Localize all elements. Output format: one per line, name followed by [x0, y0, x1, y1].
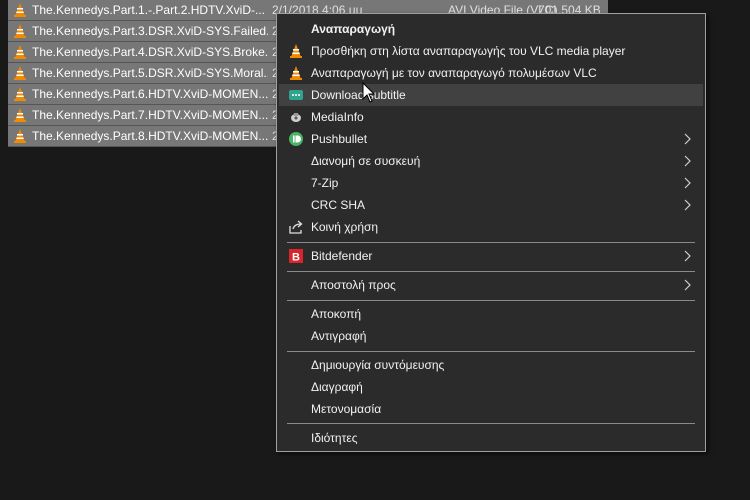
- vlc-icon: [14, 108, 26, 122]
- menu-item-play[interactable]: Αναπαραγωγή: [279, 18, 703, 40]
- vlc-icon: [14, 3, 26, 17]
- menu-item-vlc-play[interactable]: Αναπαραγωγή με τον αναπαραγωγό πολυμέσων…: [279, 62, 703, 84]
- menu-item-label: Διαγραφή: [311, 380, 363, 394]
- menu-item-label: Κοινή χρήση: [311, 220, 379, 234]
- mediainfo-icon: [291, 113, 301, 122]
- file-name: The.Kennedys.Part.6.HDTV.XviD-MOMEN...: [32, 87, 268, 101]
- menu-item-label: Αποκοπή: [311, 307, 362, 321]
- menu-item-cast[interactable]: Διανομή σε συσκευή: [279, 150, 703, 172]
- menu-item-cut[interactable]: Αποκοπή: [279, 303, 703, 325]
- file-name: The.Kennedys.Part.7.HDTV.XviD-MOMEN...: [32, 108, 268, 122]
- menu-item-label: Αναπαραγωγή με τον αναπαραγωγό πολυμέσων…: [311, 66, 597, 80]
- chevron-right-icon: [684, 199, 691, 211]
- menu-item-pushbullet[interactable]: Pushbullet: [279, 128, 703, 150]
- menu-item-properties[interactable]: Ιδιότητες: [279, 427, 703, 449]
- chevron-right-icon: [684, 177, 691, 189]
- menu-item-send-to[interactable]: Αποστολή προς: [279, 274, 703, 296]
- menu-item-label: 7-Zip: [311, 176, 339, 190]
- subtitle-icon: [289, 90, 303, 100]
- svg-text:B: B: [292, 252, 300, 264]
- menu-item-label: Bitdefender: [311, 249, 373, 263]
- menu-item-rename[interactable]: Μετονομασία: [279, 398, 703, 420]
- menu-item-download-subtitle[interactable]: Download subtitle: [279, 84, 703, 106]
- context-menu: Αναπαραγωγή Προσθήκη στη λίστα αναπαραγω…: [276, 13, 706, 452]
- vlc-icon: [14, 24, 26, 38]
- menu-item-vlc-add[interactable]: Προσθήκη στη λίστα αναπαραγωγής του VLC …: [279, 40, 703, 62]
- vlc-icon: [14, 45, 26, 59]
- menu-item-label: Pushbullet: [311, 132, 368, 146]
- menu-item-label: MediaInfo: [311, 110, 364, 124]
- file-name: The.Kennedys.Part.1.-.Part.2.HDTV.XviD-.…: [32, 3, 265, 17]
- chevron-right-icon: [684, 155, 691, 167]
- pushbullet-icon: [289, 132, 303, 146]
- menu-item-delete[interactable]: Διαγραφή: [279, 376, 703, 398]
- menu-separator: [287, 271, 695, 272]
- menu-separator: [287, 242, 695, 243]
- menu-item-label: Διανομή σε συσκευή: [311, 154, 421, 168]
- share-icon: [289, 220, 303, 234]
- chevron-right-icon: [684, 279, 691, 291]
- file-name: The.Kennedys.Part.8.HDTV.XviD-MOMEN...: [32, 129, 268, 143]
- menu-item-label: Μετονομασία: [311, 402, 382, 416]
- vlc-icon: [14, 66, 26, 80]
- menu-item-label: Αποστολή προς: [311, 278, 396, 292]
- bitdefender-icon: B: [289, 249, 303, 264]
- menu-item-create-shortcut[interactable]: Δημιουργία συντόμευσης: [279, 354, 703, 376]
- menu-item-label: Download subtitle: [311, 88, 406, 102]
- chevron-right-icon: [684, 133, 691, 145]
- menu-item-7zip[interactable]: 7-Zip: [279, 172, 703, 194]
- vlc-icon: [290, 66, 302, 80]
- menu-separator: [287, 423, 695, 424]
- vlc-icon: [14, 129, 26, 143]
- menu-separator: [287, 351, 695, 352]
- menu-item-label: Αναπαραγωγή: [311, 22, 396, 36]
- menu-item-bitdefender[interactable]: B Bitdefender: [279, 245, 703, 267]
- file-name: The.Kennedys.Part.4.DSR.XviD-SYS.Broke..…: [32, 45, 268, 59]
- menu-item-label: Ιδιότητες: [311, 431, 358, 445]
- menu-separator: [287, 300, 695, 301]
- menu-item-label: Προσθήκη στη λίστα αναπαραγωγής του VLC …: [311, 44, 626, 58]
- menu-item-label: Δημιουργία συντόμευσης: [311, 358, 445, 372]
- menu-item-share[interactable]: Κοινή χρήση: [279, 216, 703, 238]
- file-name: The.Kennedys.Part.5.DSR.XviD-SYS.Moral..…: [32, 66, 268, 80]
- mouse-cursor-icon: [362, 82, 376, 103]
- menu-item-label: CRC SHA: [311, 198, 366, 212]
- file-name: The.Kennedys.Part.3.DSR.XviD-SYS.Failed.…: [32, 24, 268, 38]
- vlc-icon: [14, 87, 26, 101]
- menu-item-label: Αντιγραφή: [311, 329, 367, 343]
- menu-item-copy[interactable]: Αντιγραφή: [279, 325, 703, 347]
- chevron-right-icon: [684, 250, 691, 262]
- vlc-icon: [290, 44, 302, 58]
- menu-item-crc-sha[interactable]: CRC SHA: [279, 194, 703, 216]
- menu-item-mediainfo[interactable]: MediaInfo: [279, 106, 703, 128]
